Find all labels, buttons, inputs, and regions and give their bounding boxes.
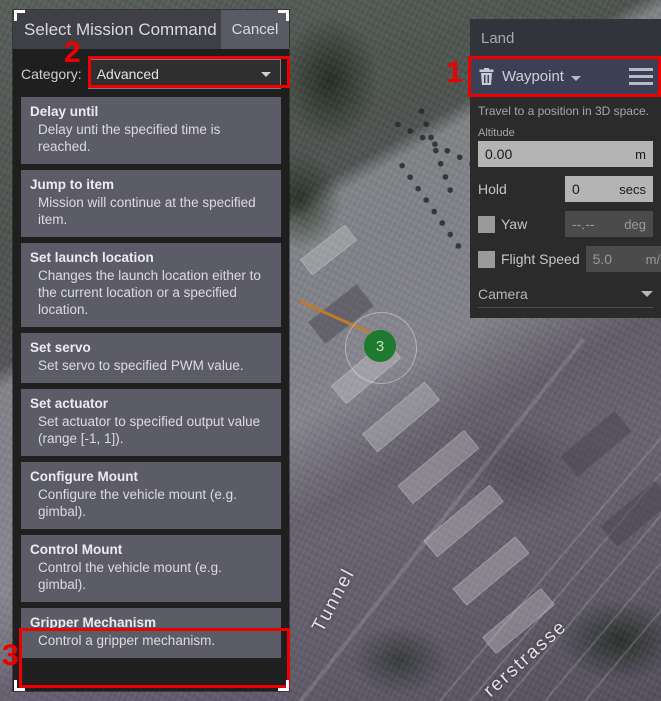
- command-item-gripper-mechanism[interactable]: Gripper Mechanism Control a gripper mech…: [21, 608, 281, 658]
- command-item-set-servo[interactable]: Set servo Set servo to specified PWM val…: [21, 333, 281, 383]
- command-list: Delay until Delay unti the specified tim…: [13, 97, 289, 658]
- command-description: Delay unti the specified time is reached…: [30, 121, 272, 155]
- waypoint-panel-header[interactable]: Waypoint: [470, 58, 661, 95]
- yaw-value: --.--: [572, 216, 595, 232]
- altitude-input[interactable]: 0.00 m: [478, 141, 653, 167]
- camera-section-toggle[interactable]: Camera: [478, 286, 653, 308]
- waypoint-panel-body: Travel to a position in 3D space. Altitu…: [470, 95, 661, 318]
- command-item-set-launch-location[interactable]: Set launch location Changes the launch l…: [21, 243, 281, 327]
- select-mission-command-dialog: Select Mission Command Cancel Category: …: [13, 10, 289, 691]
- hold-value: 0: [572, 181, 580, 197]
- yaw-row: Yaw --.-- deg: [478, 211, 653, 237]
- command-name: Set servo: [30, 340, 272, 355]
- command-description: Set servo to specified PWM value.: [30, 357, 272, 374]
- command-name: Control Mount: [30, 542, 272, 557]
- command-name: Set actuator: [30, 396, 272, 411]
- command-name: Gripper Mechanism: [30, 615, 272, 630]
- command-description: Changes the launch location either to th…: [30, 267, 272, 318]
- hold-input[interactable]: 0 secs: [565, 176, 653, 202]
- command-item-configure-mount[interactable]: Configure Mount Configure the vehicle mo…: [21, 462, 281, 529]
- trash-icon[interactable]: [478, 68, 495, 86]
- category-label: Category:: [21, 66, 82, 82]
- hold-label: Hold: [478, 181, 559, 197]
- cancel-button[interactable]: Cancel: [221, 10, 289, 49]
- page-title: Select Mission Command: [13, 20, 221, 40]
- flight-speed-checkbox[interactable]: [478, 251, 495, 268]
- command-description: Configure the vehicle mount (e.g. gimbal…: [30, 486, 272, 520]
- flight-speed-input[interactable]: 5.0 m/s: [586, 246, 661, 272]
- waypoint-marker-3[interactable]: 3: [364, 330, 396, 362]
- yaw-input[interactable]: --.-- deg: [565, 211, 653, 237]
- yaw-checkbox[interactable]: [478, 216, 495, 233]
- screenshot-root: Tunnel rerstrasse 3 Select Mission Comma…: [0, 0, 661, 701]
- altitude-value: 0.00: [485, 146, 512, 162]
- command-description: Control a gripper mechanism.: [30, 632, 272, 649]
- category-selected-value: Advanced: [97, 66, 159, 82]
- flight-speed-unit: m/s: [646, 252, 661, 267]
- category-dropdown[interactable]: Advanced: [88, 59, 281, 89]
- command-item-delay-until[interactable]: Delay until Delay unti the specified tim…: [21, 97, 281, 164]
- category-row: Category: Advanced: [13, 49, 289, 97]
- altitude-label: Altitude: [478, 127, 653, 139]
- command-description: Set actuator to specified output value (…: [30, 413, 272, 447]
- command-item-control-mount[interactable]: Control Mount Control the vehicle mount …: [21, 535, 281, 602]
- waypoint-mission-item-panel: Waypoint Travel to a position in 3D spac…: [470, 58, 661, 318]
- command-description: Mission will continue at the specified i…: [30, 194, 272, 228]
- hold-unit: secs: [619, 182, 646, 197]
- altitude-unit: m: [635, 147, 646, 162]
- chevron-down-icon: [261, 72, 271, 77]
- command-name: Delay until: [30, 104, 272, 119]
- chevron-down-icon[interactable]: [571, 76, 581, 81]
- command-item-set-actuator[interactable]: Set actuator Set actuator to specified o…: [21, 389, 281, 456]
- waypoint-description: Travel to a position in 3D space.: [478, 104, 653, 118]
- camera-label: Camera: [478, 286, 528, 302]
- command-item-jump-to-item[interactable]: Jump to item Mission will continue at th…: [21, 170, 281, 237]
- chevron-down-icon: [641, 291, 653, 297]
- land-label: Land: [470, 30, 514, 47]
- flight-speed-value: 5.0: [593, 251, 612, 267]
- hamburger-menu-icon[interactable]: [629, 68, 653, 85]
- command-name: Set launch location: [30, 250, 272, 265]
- flight-speed-row: Flight Speed 5.0 m/s: [478, 246, 653, 272]
- yaw-unit: deg: [624, 217, 646, 232]
- waypoint-title: Waypoint: [502, 68, 564, 85]
- yaw-label: Yaw: [501, 216, 559, 232]
- hold-row: Hold 0 secs: [478, 176, 653, 202]
- command-description: Control the vehicle mount (e.g. gimbal).: [30, 559, 272, 593]
- land-mission-item-panel[interactable]: Land: [470, 19, 661, 57]
- flight-speed-label: Flight Speed: [501, 251, 580, 267]
- dialog-header: Select Mission Command Cancel: [13, 10, 289, 49]
- command-name: Configure Mount: [30, 469, 272, 484]
- command-name: Jump to item: [30, 177, 272, 192]
